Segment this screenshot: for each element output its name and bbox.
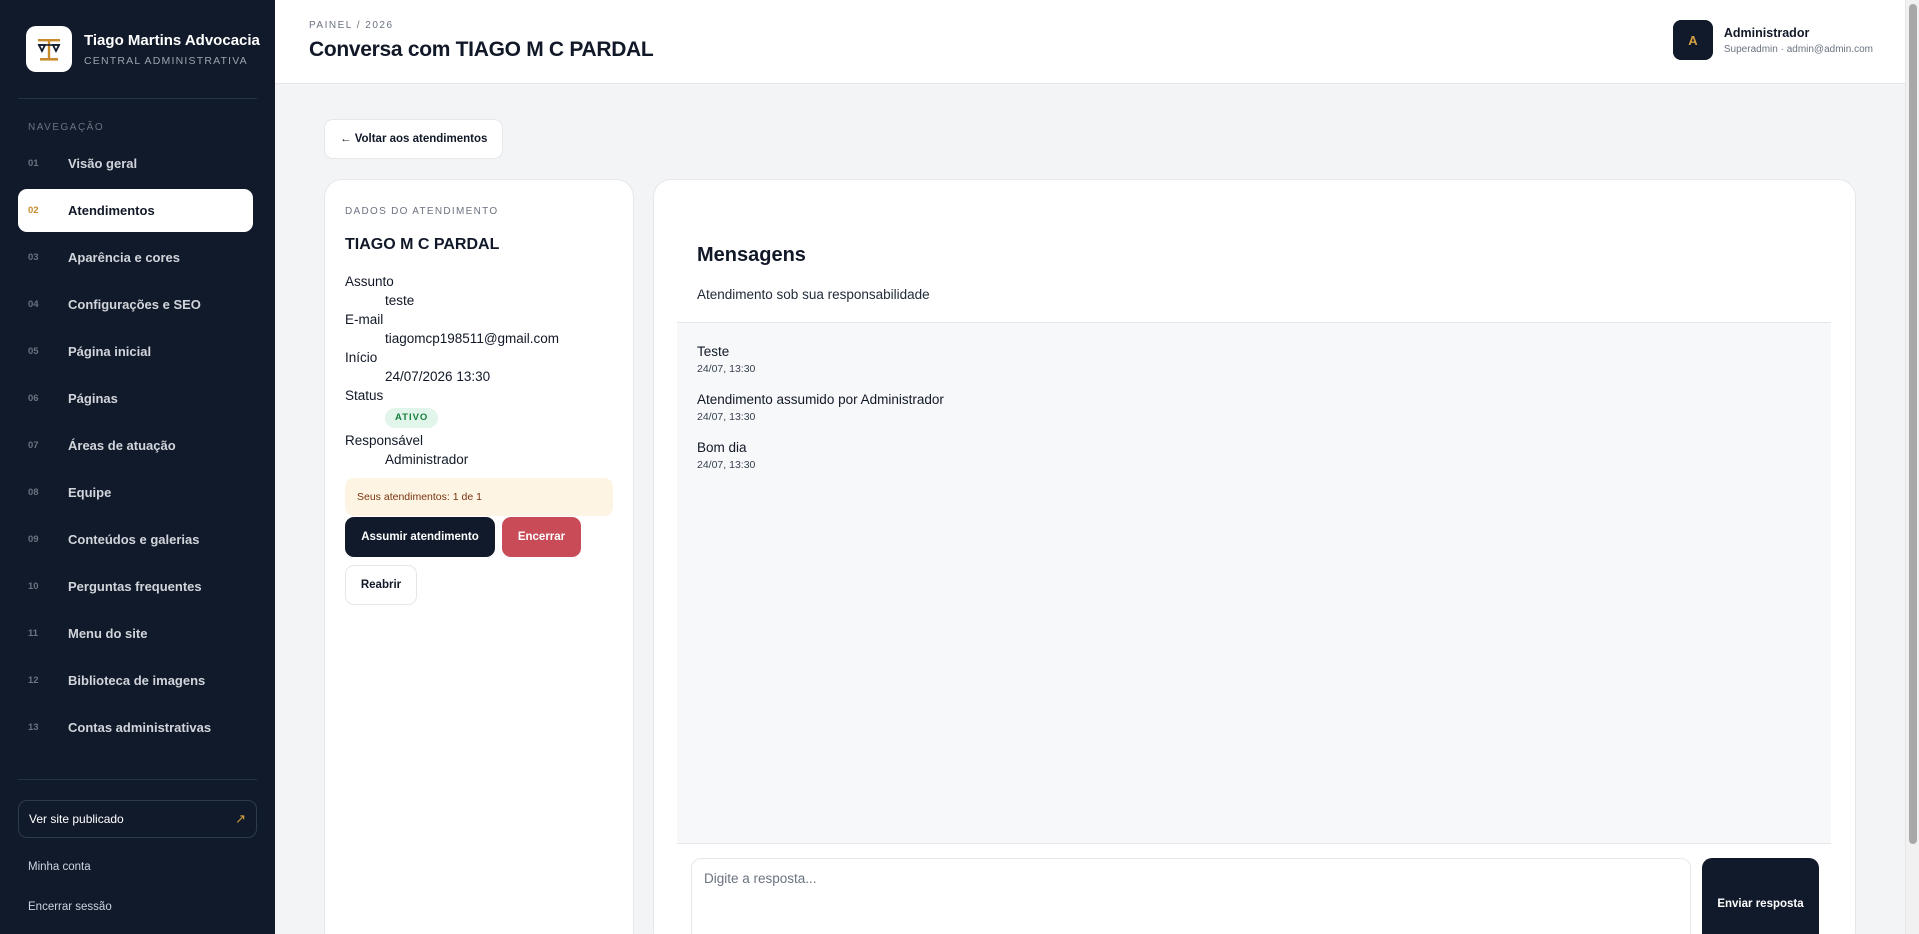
- sidebar-item-visao-geral[interactable]: 01 Visão geral: [18, 142, 253, 185]
- message-text: Teste: [697, 344, 730, 359]
- sidebar-item-areas-de-atuacao[interactable]: 07 Áreas de atuação: [18, 424, 253, 467]
- sidebar-item-equipe[interactable]: 08 Equipe: [18, 471, 253, 514]
- nav-item-number: 10: [28, 581, 39, 592]
- sidebar-item-pagina-inicial[interactable]: 05 Página inicial: [18, 330, 253, 373]
- nav-item-number: 09: [28, 534, 39, 545]
- sidebar-item-configuracoes[interactable]: 04 Configurações e SEO: [18, 283, 253, 326]
- send-reply-button[interactable]: Enviar resposta: [1702, 858, 1819, 934]
- my-account-link[interactable]: Minha conta: [28, 861, 91, 873]
- messages-thread[interactable]: Teste 24/07, 13:30 Atendimento assumido …: [677, 322, 1831, 844]
- subject-label: Assunto: [345, 274, 394, 289]
- brand-subtitle: CENTRAL ADMINISTRATIVA: [84, 54, 248, 67]
- message-time: 24/07, 13:30: [697, 459, 756, 471]
- close-ticket-button[interactable]: Encerrar: [502, 517, 581, 557]
- nav-item-number: 13: [28, 722, 39, 733]
- brand[interactable]: Tiago Martins Advocacia CENTRAL ADMINIST…: [26, 26, 260, 72]
- nav-item-number: 01: [28, 158, 39, 169]
- user-role: Superadmin · admin@admin.com: [1723, 43, 1873, 55]
- page-scrollbar[interactable]: [1905, 0, 1919, 934]
- nav-item-number: 08: [28, 487, 39, 498]
- sidebar-item-perguntas[interactable]: 10 Perguntas frequentes: [18, 565, 253, 608]
- nav-item-label: Biblioteca de imagens: [68, 673, 206, 688]
- user-profile[interactable]: A Administrador Superadmin · admin@admin…: [1672, 20, 1873, 60]
- nav-item-label: Página inicial: [68, 344, 152, 359]
- nav-item-number: 06: [28, 393, 39, 404]
- sidebar-item-biblioteca[interactable]: 12 Biblioteca de imagens: [18, 659, 253, 702]
- nav-item-number: 12: [28, 675, 39, 686]
- user-name: Administrador: [1723, 25, 1810, 40]
- subject-value: teste: [385, 293, 415, 308]
- nav-item-label: Visão geral: [68, 156, 138, 171]
- sidebar-divider: [18, 779, 257, 780]
- nav-item-number: 07: [28, 440, 39, 451]
- back-to-list-button[interactable]: ← Voltar aos atendimentos: [324, 119, 504, 159]
- owner-label: Responsável: [345, 433, 424, 448]
- nav-item-label: Conteúdos e galerias: [68, 532, 200, 547]
- ticket-details-card: DADOS DO ATENDIMENTO TIAGO M C PARDAL As…: [324, 179, 634, 934]
- brand-name: Tiago Martins Advocacia: [84, 31, 260, 49]
- messages-title: Mensagens: [697, 244, 806, 266]
- sidebar: Tiago Martins Advocacia CENTRAL ADMINIST…: [0, 0, 275, 934]
- status-label: Status: [345, 388, 384, 403]
- avatar: A: [1672, 20, 1713, 60]
- message-time: 24/07, 13:30: [697, 411, 756, 423]
- nav-item-number: 05: [28, 346, 39, 357]
- email-label: E-mail: [345, 312, 384, 327]
- owner-value: Administrador: [385, 452, 469, 467]
- reopen-ticket-button[interactable]: Reabrir: [345, 565, 417, 605]
- breadcrumb: PAINEL / 2026: [309, 20, 394, 31]
- sidebar-divider: [18, 98, 257, 99]
- nav-item-label: Perguntas frequentes: [68, 579, 202, 594]
- sidebar-nav: 01 Visão geral 02 Atendimentos 03 Aparên…: [18, 142, 253, 753]
- nav-section-title: NAVEGAÇÃO: [28, 122, 105, 133]
- scales-of-justice-icon: [26, 26, 72, 72]
- reply-input[interactable]: [691, 858, 1691, 934]
- page-title: Conversa com TIAGO M C PARDAL: [309, 38, 654, 61]
- scrollbar-thumb[interactable]: [1909, 4, 1917, 844]
- client-name: TIAGO M C PARDAL: [345, 236, 500, 253]
- nav-item-number: 11: [28, 628, 39, 639]
- message-text: Atendimento assumido por Administrador: [697, 392, 944, 407]
- start-label: Início: [345, 350, 378, 365]
- nav-item-label: Páginas: [68, 391, 118, 406]
- nav-item-label: Aparência e cores: [68, 250, 181, 265]
- sidebar-item-menu-do-site[interactable]: 11 Menu do site: [18, 612, 253, 655]
- nav-item-number: 03: [28, 252, 39, 263]
- tickets-count-notice: Seus atendimentos: 1 de 1: [345, 478, 613, 516]
- message-item: Bom dia 24/07, 13:30: [697, 440, 755, 471]
- details-list: Assunto teste E-mail tiagomcp198511@gmai…: [345, 272, 613, 469]
- external-link-icon: ↗: [235, 811, 246, 826]
- start-value: 24/07/2026 13:30: [385, 369, 491, 384]
- nav-item-label: Configurações e SEO: [68, 297, 201, 312]
- view-published-site-link[interactable]: Ver site publicado ↗: [18, 800, 257, 838]
- sidebar-item-atendimentos[interactable]: 02 Atendimentos: [18, 189, 253, 232]
- nav-item-number: 02: [28, 205, 39, 216]
- message-time: 24/07, 13:30: [697, 363, 756, 375]
- nav-item-label: Menu do site: [68, 626, 148, 641]
- nav-item-label: Contas administrativas: [68, 720, 212, 735]
- messages-card: Mensagens Atendimento sob sua responsabi…: [653, 179, 1856, 934]
- message-item: Teste 24/07, 13:30: [697, 344, 755, 375]
- assume-ticket-button[interactable]: Assumir atendimento: [345, 517, 495, 557]
- sidebar-item-contas[interactable]: 13 Contas administrativas: [18, 706, 253, 749]
- sidebar-item-paginas[interactable]: 06 Páginas: [18, 377, 253, 420]
- messages-subtitle: Atendimento sob sua responsabilidade: [697, 287, 930, 302]
- message-text: Bom dia: [697, 440, 747, 455]
- nav-item-number: 04: [28, 299, 39, 310]
- email-value: tiagomcp198511@gmail.com: [385, 331, 560, 346]
- nav-item-label: Equipe: [68, 485, 112, 500]
- sidebar-item-conteudos[interactable]: 09 Conteúdos e galerias: [18, 518, 253, 561]
- message-item: Atendimento assumido por Administrador 2…: [697, 392, 944, 423]
- sidebar-item-aparencia[interactable]: 03 Aparência e cores: [18, 236, 253, 279]
- view-site-label: Ver site publicado: [29, 812, 124, 826]
- top-header: PAINEL / 2026 Conversa com TIAGO M C PAR…: [275, 0, 1905, 84]
- nav-item-label: Atendimentos: [68, 203, 155, 218]
- details-eyebrow: DADOS DO ATENDIMENTO: [345, 206, 499, 217]
- status-badge: ATIVO: [385, 408, 439, 428]
- nav-item-label: Áreas de atuação: [68, 438, 176, 453]
- logout-link[interactable]: Encerrar sessão: [28, 901, 112, 913]
